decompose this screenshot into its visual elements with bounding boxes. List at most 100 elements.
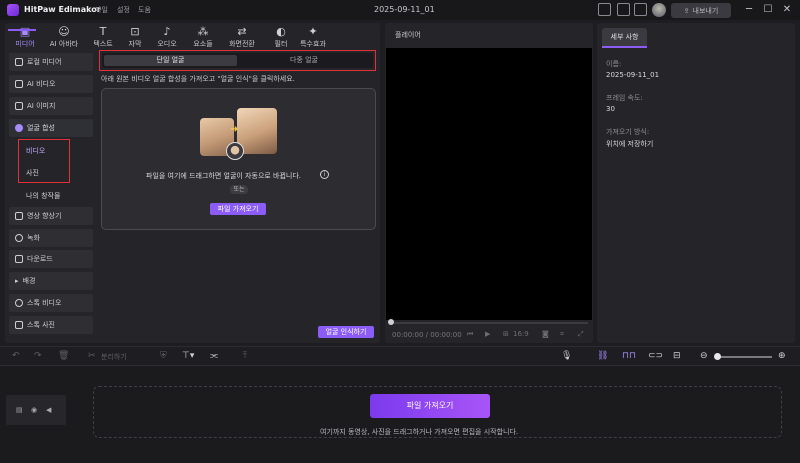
instruction-text: 아래 원본 비디오 얼굴 합성을 가져오고 "얼굴 인식"을 클릭하세요. <box>101 75 295 83</box>
sidebar-item-download[interactable]: 다운로드 <box>9 250 93 268</box>
track-icon[interactable]: ⊟ <box>673 351 681 361</box>
text-tool-icon[interactable]: ⊤▾ <box>182 351 194 361</box>
visibility-icon[interactable]: ◉ <box>31 406 37 414</box>
tab-transition[interactable]: ⇄ 화면전환 <box>222 25 262 53</box>
sidebar-item-record[interactable]: 녹화 <box>9 229 93 247</box>
menu-help[interactable]: 도움 <box>138 5 151 15</box>
close-icon[interactable]: ✕ <box>781 4 793 16</box>
tab-label: 미디어 <box>15 40 35 48</box>
fullscreen-icon[interactable]: ⤢ <box>578 330 584 339</box>
tab-text[interactable]: T 텍스트 <box>86 25 120 53</box>
tab-details[interactable]: 세부 사항 <box>602 28 647 48</box>
shield-icon[interactable]: ⛨ <box>160 351 167 361</box>
tab-label: 화면전환 <box>229 40 255 48</box>
sidebar-item-background[interactable]: ▸ 배경 <box>9 272 93 290</box>
sidebar-item-ai-image[interactable]: AI 이미지 <box>9 97 93 115</box>
sidebar-item-stock-video[interactable]: 스톡 비디오 <box>9 294 93 312</box>
elements-icon: ⁂ <box>197 25 209 38</box>
chevron-right-icon: ▸ <box>15 277 19 285</box>
export-frame-icon[interactable]: ⤒ <box>243 351 247 361</box>
stock-photo-icon <box>15 321 23 329</box>
tab-ai-avatar[interactable]: ☺ AI 아바타 <box>44 25 84 53</box>
sub-item-my-creations[interactable]: 나의 창작물 <box>26 191 60 201</box>
audio-icon: ♪ <box>163 25 171 38</box>
playback-time: 00:00:00 / 00:00:00 <box>392 331 462 339</box>
export-icon: ⇪ <box>683 6 690 15</box>
aspect-ratio-icon[interactable]: ⊞ <box>503 330 509 338</box>
unlink-icon[interactable]: ⊂⊃ <box>648 351 663 361</box>
name-label: 이름: <box>606 60 622 68</box>
zoom-in-icon[interactable]: ⊕ <box>778 351 786 361</box>
fps-value: 30 <box>606 105 615 113</box>
sidebar-item-label: 얼굴 합성 <box>27 124 55 132</box>
player-screen <box>386 48 592 320</box>
sidebar-item-enhancer[interactable]: 영상 향상기 <box>9 207 93 225</box>
import-method-label: 가져오기 방식: <box>606 128 650 136</box>
sidebar-item-ai-video[interactable]: AI 비디오 <box>9 75 93 93</box>
project-title: 2025-09-11_01 <box>374 5 435 14</box>
snapshot-icon[interactable]: ◙ <box>542 330 549 338</box>
seek-handle[interactable] <box>388 319 394 325</box>
menu-settings[interactable]: 설정 <box>117 5 130 15</box>
face-recognize-button[interactable]: 얼굴 인식하기 <box>318 326 374 338</box>
crop-icon[interactable]: ⌗ <box>560 330 564 339</box>
zoom-slider[interactable] <box>717 356 772 358</box>
tab-elements[interactable]: ⁂ 요소들 <box>186 25 220 53</box>
magnet-icon[interactable]: ⊓⊓ <box>622 351 636 361</box>
tab-audio[interactable]: ♪ 오디오 <box>150 25 184 53</box>
player-title: 플레이어 <box>395 31 421 39</box>
import-file-button[interactable]: 파일 가져오기 <box>210 203 266 215</box>
tab-subtitle[interactable]: ⊡ 자막 <box>118 25 152 53</box>
tab-label: 오디오 <box>157 40 177 48</box>
zoom-out-icon[interactable]: ⊖ <box>700 351 708 361</box>
timeline-hint: 여기까지 동영상, 사진을 드래그하거나 가져오면 편집을 시작합니다. <box>320 428 519 436</box>
maximize-icon[interactable]: ☐ <box>762 4 774 16</box>
feedback-icon[interactable] <box>617 3 630 16</box>
multi-face-option[interactable]: 다중 얼굴 <box>237 55 371 66</box>
sidebar-item-face-swap[interactable]: 얼굴 합성 <box>9 119 93 137</box>
play-icon[interactable]: ▶ <box>485 330 490 338</box>
microphone-icon[interactable]: 🎙 <box>561 351 572 361</box>
tab-label: 특수효과 <box>300 40 326 48</box>
ai-video-icon <box>15 80 23 88</box>
cut-tool-icon[interactable]: ⫘ <box>210 351 218 361</box>
info-icon[interactable]: i <box>320 170 329 179</box>
minimize-icon[interactable]: ─ <box>743 4 755 16</box>
face-swap-icon <box>15 124 23 132</box>
redo-icon[interactable]: ↷ <box>34 351 42 361</box>
menu-file[interactable]: 파일 <box>95 5 108 15</box>
user-avatar[interactable] <box>652 3 666 17</box>
split-icon[interactable]: ✂ <box>88 351 96 361</box>
link-icon[interactable]: ⛓ <box>597 351 608 361</box>
delete-icon[interactable]: 🗑 <box>58 351 69 361</box>
sidebar-item-label: AI 비디오 <box>27 80 56 88</box>
seek-bar[interactable] <box>390 322 588 324</box>
zoom-handle[interactable] <box>714 353 721 360</box>
sidebar-item-label: 녹화 <box>27 234 40 242</box>
timeline-import-button[interactable]: 파일 가져오기 <box>370 394 490 418</box>
aspect-ratio-value[interactable]: 16:9 <box>513 330 529 338</box>
layout-icon[interactable] <box>598 3 611 16</box>
gift-icon[interactable] <box>634 3 647 16</box>
single-face-option[interactable]: 단일 얼굴 <box>104 55 237 66</box>
track-storage-icon[interactable]: ▤ <box>16 406 23 414</box>
avatar-icon: ☺ <box>58 25 70 38</box>
volume-icon[interactable]: ◀ <box>46 406 51 414</box>
effects-icon: ✦ <box>308 25 318 38</box>
sidebar-item-label: 다운로드 <box>27 255 53 263</box>
sub-item-video[interactable]: 비디오 <box>26 146 45 156</box>
export-button[interactable]: ⇪ 내보내기 <box>671 3 731 18</box>
sub-item-photo[interactable]: 사진 <box>26 168 39 178</box>
sidebar-item-label: 영상 향상기 <box>27 212 62 220</box>
split-label[interactable]: 분리하기 <box>101 352 127 362</box>
sidebar-item-local-media[interactable]: 로컬 미디어 <box>9 53 93 71</box>
tab-label: 텍스트 <box>93 40 113 48</box>
prev-frame-icon[interactable]: ⏮ <box>467 330 473 339</box>
tab-effects[interactable]: ✦ 특수효과 <box>293 25 333 53</box>
sidebar-item-stock-photo[interactable]: 스톡 사진 <box>9 316 93 334</box>
sidebar-item-label: 로컬 미디어 <box>27 58 62 66</box>
sidebar-item-label: AI 이미지 <box>27 102 56 110</box>
undo-icon[interactable]: ↶ <box>12 351 20 361</box>
download-icon <box>15 255 23 263</box>
fps-label: 프레임 속도: <box>606 94 643 102</box>
